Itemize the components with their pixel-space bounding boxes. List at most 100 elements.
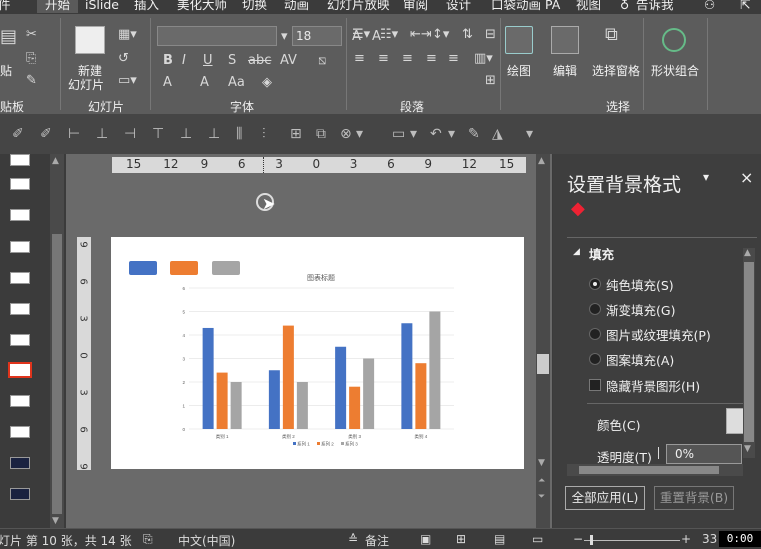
language-indicator[interactable]: 中文(中国) [178,532,235,549]
slide-thumbnail[interactable] [10,488,30,500]
option-gradient-fill[interactable]: 渐变填充(G) [606,300,675,319]
eyedropper-icon[interactable]: ✐ [12,126,24,142]
scroll-down-icon[interactable]: ▼ [538,458,545,468]
align-middle-tool-icon[interactable]: ⊥ [180,126,192,142]
merge-shapes-icon[interactable]: ⊗ [340,126,352,142]
pane-h-scrollbar[interactable] [567,464,743,476]
notes-icon[interactable]: ≙ [348,532,358,546]
bar-chart[interactable]: 图表标题 0 1 2 3 4 5 6 类别 1 类别 2 类别 3 类别 4 系列 1 系列 2 系列 3 [111,237,524,469]
scrollbar-thumb[interactable] [579,466,719,474]
scrollbar-thumb[interactable] [52,234,62,514]
bullets-icon[interactable]: ☰▾ [352,28,370,42]
tab-file[interactable]: 件 [0,0,11,13]
align-left-icon[interactable]: ≡ [354,52,365,66]
transparency-input[interactable]: 0% [666,444,742,464]
radio-pattern-fill[interactable] [589,353,601,365]
tab-beautify[interactable]: 美化大师 [177,0,227,13]
group-shapes-icon[interactable] [662,28,686,52]
char-spacing-button[interactable]: AV [280,54,297,68]
italic-button[interactable]: I [182,54,186,68]
justify-icon[interactable]: ≡ [426,52,437,66]
scroll-up-icon[interactable]: ▲ [538,156,545,166]
smartart-icon[interactable]: ⊞ [485,74,496,88]
highlight-icon[interactable]: ⧅ [318,54,326,68]
align-right-icon[interactable]: ≡ [402,52,413,66]
pen-icon[interactable]: ✐ [40,126,52,142]
distribute-h-icon[interactable]: ⫼ [236,126,242,142]
user-icon[interactable]: ⚇ [704,0,715,13]
slide-thumbnail[interactable] [10,178,30,190]
slideshow-icon[interactable]: ▭ [532,532,543,546]
thumbnail-scrollbar[interactable]: ▲ ▼ [50,154,64,528]
option-solid-fill[interactable]: 纯色填充(S) [606,275,674,294]
font-color-button[interactable]: A [163,76,172,90]
slide-thumbnail[interactable] [10,241,30,253]
reset-icon[interactable]: ↺ [118,52,129,66]
bold-button[interactable]: B [163,54,173,68]
radio-gradient-fill[interactable] [589,303,601,315]
paste-icon[interactable]: ▤ [0,28,17,46]
align-left-tool-icon[interactable]: ⊢ [68,126,80,142]
grow-button[interactable]: A [200,76,209,90]
copy-icon[interactable]: ⎘ [26,52,36,66]
slide[interactable]: 图表标题 0 1 2 3 4 5 6 类别 1 类别 2 类别 3 类别 4 系列 1 系列 2 系列 3 [111,237,524,469]
scroll-up-icon[interactable]: ▲ [744,248,751,258]
spellcheck-icon[interactable]: ⎘ [143,532,153,547]
undo-icon[interactable]: ↶ [430,126,442,142]
tab-home[interactable]: 开始 [37,0,79,13]
slide-thumbnail[interactable] [10,395,30,407]
hide-bg-label[interactable]: 隐藏背景图形(H) [606,376,700,395]
zoom-slider-thumb[interactable] [590,535,593,545]
slide-thumbnail[interactable] [10,272,30,284]
transparency-slider[interactable] [658,447,659,459]
align-center-tool-icon[interactable]: ⊥ [96,126,108,142]
paste-button[interactable]: 贴 [0,62,12,79]
tab-design[interactable]: 设计 [446,0,471,13]
fill-section-header[interactable]: 填充 [589,244,614,263]
layout-icon[interactable]: ▦▾ [118,28,137,42]
underline-button[interactable]: U [203,54,213,68]
next-slide-icon[interactable]: ⏷ [538,492,545,502]
chevron-down-icon[interactable]: ▾ [410,126,417,142]
collapse-icon[interactable]: ◢ [573,247,580,257]
scrollbar-thumb[interactable] [744,262,754,442]
edit-button[interactable]: 编辑 [553,62,577,79]
scroll-up-icon[interactable]: ▲ [52,156,59,166]
textbox-icon[interactable]: ▭ [392,126,405,142]
chevron-down-icon[interactable]: ▾ [356,126,363,142]
customize-qat-icon[interactable]: ▾ [526,126,533,142]
normal-view-icon[interactable]: ▣ [420,532,431,546]
notes-button[interactable]: 备注 [365,532,389,549]
distribute-v-icon[interactable]: ⫶ [262,126,266,142]
slide-thumbnail[interactable] [10,303,30,315]
align-right-tool-icon[interactable]: ⊣ [124,126,136,142]
tab-islide[interactable]: iSlide [85,0,119,13]
pane-scrollbar[interactable]: ▲ ▼ [743,248,755,458]
chevron-down-icon[interactable]: ▾ [448,126,455,142]
tab-view[interactable]: 视图 [576,0,601,13]
apply-to-all-button[interactable]: 全部应用(L) [565,486,645,510]
tab-insert[interactable]: 插入 [134,0,159,13]
selection-pane-icon[interactable]: ⧉ [605,26,618,44]
radio-picture-fill[interactable] [589,328,601,340]
group-tool-icon[interactable]: ⧉ [316,126,326,142]
columns-icon[interactable]: ▥▾ [474,52,493,66]
tab-pocket-animation[interactable]: 口袋动画 PA [491,0,560,13]
tab-review[interactable]: 审阅 [403,0,428,13]
group-shapes-button[interactable]: 形状组合 [651,62,699,79]
scroll-down-icon[interactable]: ▼ [744,444,751,454]
slide-thumbnail[interactable] [10,457,30,469]
clear-format-icon[interactable]: ◈ [262,76,272,90]
chevron-down-icon[interactable]: ▾ [281,30,288,44]
radio-solid-fill[interactable] [589,278,601,290]
align-text-icon[interactable]: ⊟ [485,28,496,42]
slide-thumbnail[interactable] [10,209,30,221]
zoom-level[interactable]: 33 [702,532,717,546]
hide-bg-checkbox[interactable] [589,379,601,391]
draw-button[interactable]: 绘图 [507,62,531,79]
option-picture-fill[interactable]: 图片或纹理填充(P) [606,325,711,344]
distribute-icon[interactable]: ≡ [448,52,459,66]
pane-options-icon[interactable]: ▾ [703,170,709,184]
close-icon[interactable]: × [740,168,753,187]
cut-icon[interactable]: ✂ [26,28,37,42]
